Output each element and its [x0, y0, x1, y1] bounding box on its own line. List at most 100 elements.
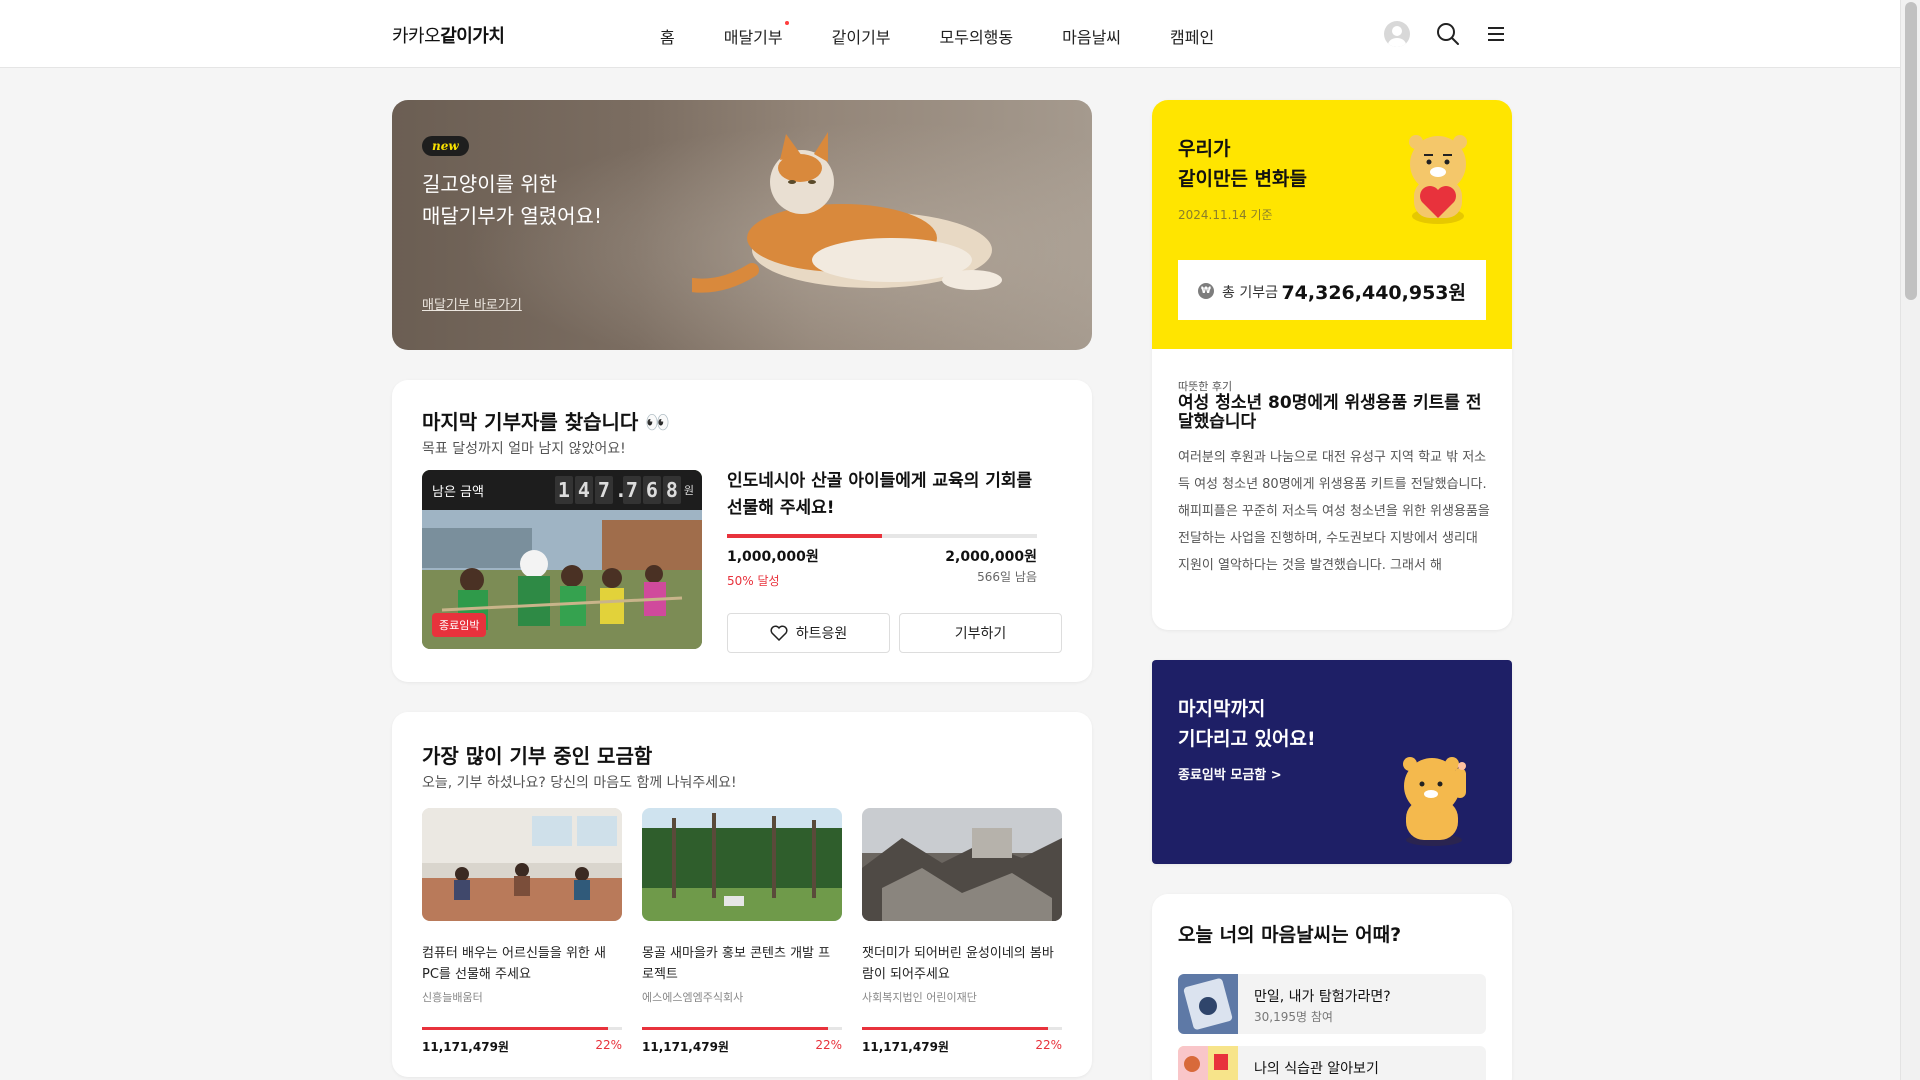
fundraiser-progress-fill — [862, 1027, 1048, 1030]
project-title[interactable]: 인도네시아 산골 아이들에게 교육의 기회를 선물해 주세요! — [727, 468, 1047, 522]
project-image[interactable]: 남은 금액 1 4 7 . 7 6 8 원 종료임박 — [422, 470, 702, 649]
mood-thumb — [1178, 1046, 1238, 1080]
new-dot — [784, 21, 789, 25]
last-donor-title: 마지막 기부자를 찾습니다 👀 — [422, 410, 671, 434]
nav-together-label: 같이기부 — [831, 28, 891, 47]
avatar[interactable] — [1384, 21, 1410, 47]
nav-monthly[interactable]: 매달기부 — [723, 21, 789, 48]
total-donation-label: 총 기부금 — [1222, 285, 1278, 301]
summary-card: 우리가 같이만든 변화들 2024.11.14 기준 ₩ 총 기부금 74,32… — [1152, 100, 1512, 630]
fundraiser-item[interactable]: 잿더미가 되어버린 윤성이네의 봄바람이 되어주세요 사회복지법인 어린이재단 … — [862, 808, 1062, 1055]
fundraiser-stats: 11,171,479원 22% — [862, 1038, 1062, 1055]
fundraiser-percent: 22% — [815, 1038, 842, 1052]
ending-soon-title: 마지막까지 기다리고 있어요! — [1178, 694, 1316, 754]
mood-item-name: 나의 식습관 알아보기 — [1254, 1061, 1379, 1077]
mood-item[interactable]: 만일, 내가 탐험가라면? 30,195명 참여 — [1178, 974, 1486, 1034]
review-title[interactable]: 여성 청소년 80명에게 위생용품 키트를 전달했습니다 — [1178, 394, 1488, 432]
fundraiser-progress-fill — [422, 1027, 608, 1030]
remaining-label: 남은 금액 — [432, 485, 484, 500]
nav-together[interactable]: 같이기부 — [832, 24, 891, 48]
fundraiser-image — [862, 808, 1062, 921]
ending-soon-link[interactable]: 종료임박 모금함 > — [1178, 764, 1282, 783]
nav-home-label: 홈 — [660, 28, 675, 47]
nav-action[interactable]: 모두의행동 — [940, 24, 1014, 48]
remaining-counter: 1 4 7 . 7 6 8 원 — [553, 476, 694, 504]
goal-amount: 2,000,000원 — [945, 549, 1037, 565]
fundraiser-title: 몽골 새마을카 홍보 콘텐츠 개발 프로젝트 — [642, 946, 831, 982]
project-progress — [727, 534, 1037, 538]
fundraiser-amount: 11,171,479원 — [642, 1040, 729, 1054]
nav-action-label: 모두의행동 — [939, 28, 1014, 47]
fundraiser-amount: 11,171,479원 — [422, 1040, 509, 1054]
menu-icon[interactable] — [1482, 20, 1510, 48]
summary-date: 2024.11.14 기준 — [1178, 208, 1273, 222]
ryan-character-icon — [1409, 135, 1467, 224]
counter-separator: . — [614, 478, 627, 502]
fundraiser-org: 사회복지법인 어린이재단 — [862, 991, 977, 1004]
days-left: 566일 남음 — [977, 570, 1037, 584]
summary-header: 우리가 같이만든 변화들 2024.11.14 기준 ₩ 총 기부금 74,32… — [1152, 100, 1512, 349]
fundraiser-image — [422, 808, 622, 921]
urgent-badge: 종료임박 — [432, 613, 487, 637]
fundraiser-progress — [642, 1027, 842, 1030]
mood-title: 오늘 너의 마음날씨는 어때? — [1178, 924, 1402, 946]
header-icons — [1384, 20, 1530, 48]
review-tag: 따뜻한 후기 — [1178, 380, 1233, 393]
top-header: 카카오같이가치 홈 매달기부 같이기부 모두의행동 마음날씨 캠페인 — [0, 0, 1900, 68]
mood-item[interactable]: 나의 식습관 알아보기 — [1178, 1046, 1486, 1080]
donate-label: 기부하기 — [954, 626, 1007, 642]
fundraiser-percent: 22% — [595, 1038, 622, 1052]
nav-campaign[interactable]: 캠페인 — [1170, 24, 1214, 48]
last-donor-subtitle: 목표 달성까지 얼마 남지 않았어요! — [422, 441, 626, 457]
summary-title: 우리가 같이만든 변화들 — [1178, 134, 1307, 194]
counter-digit: 1 — [554, 476, 573, 504]
last-donor-card: 마지막 기부자를 찾습니다 👀 목표 달성까지 얼마 남지 않았어요! 남은 금… — [392, 380, 1092, 682]
search-icon[interactable] — [1434, 20, 1462, 48]
counter-digit: 7 — [622, 476, 641, 504]
ending-soon-title-line2: 기다리고 있어요! — [1178, 728, 1316, 750]
review-body: 여러분의 후원과 나눔으로 대전 유성구 지역 학교 밖 저소득 여성 청소년 … — [1178, 450, 1490, 573]
ending-soon-title-line1: 마지막까지 — [1178, 698, 1266, 720]
most-donated-subtitle: 오늘, 기부 하셨나요? 당신의 마음도 함께 나눠주세요! — [422, 775, 737, 791]
donate-button[interactable]: 기부하기 — [899, 613, 1062, 653]
total-donation-box: ₩ 총 기부금 74,326,440,953원 — [1178, 260, 1486, 320]
project-progress-fill — [727, 534, 882, 538]
fundraiser-stats: 11,171,479원 22% — [642, 1038, 842, 1055]
mood-thumb — [1178, 974, 1238, 1034]
fundraiser-progress-fill — [642, 1027, 828, 1030]
logo-brand: 같이가치 — [440, 26, 505, 47]
nav-mood[interactable]: 마음날씨 — [1062, 24, 1121, 48]
counter-digit: 4 — [574, 476, 593, 504]
fundraiser-item[interactable]: 컴퓨터 배우는 어르신들을 위한 새 PC를 선물해 주세요 신흥늘배움터 11… — [422, 808, 622, 1055]
won-coin-icon: ₩ — [1198, 283, 1214, 299]
fundraiser-progress — [862, 1027, 1062, 1030]
most-donated-card: 가장 많이 기부 중인 모금함 오늘, 기부 하셨나요? 당신의 마음도 함께 … — [392, 712, 1092, 1077]
new-badge: new — [422, 136, 469, 156]
logo[interactable]: 카카오같이가치 — [392, 22, 505, 48]
fundraiser-org: 신흥늘배움터 — [422, 991, 483, 1004]
counter-unit: 원 — [683, 484, 694, 497]
cat-illustration — [692, 132, 1002, 293]
total-donation-value: 74,326,440,953원 — [1281, 282, 1466, 304]
heart-cheer-button[interactable]: 하트응원 — [727, 613, 890, 653]
counter-digit: 8 — [662, 476, 681, 504]
fundraiser-image — [642, 808, 842, 921]
hero-banner[interactable]: new 길고양이를 위한 매달기부가 열렸어요! 매달기부 바로가기 — [392, 100, 1092, 350]
scrollbar-thumb[interactable] — [1905, 2, 1917, 300]
hero-link[interactable]: 매달기부 바로가기 — [422, 294, 522, 313]
mood-item-name: 만일, 내가 탐험가라면? — [1254, 989, 1391, 1005]
fundraiser-amount: 11,171,479원 — [862, 1040, 949, 1054]
hero-title-line2: 매달기부가 열렸어요! — [422, 204, 602, 228]
choonsik-character-icon — [1403, 757, 1466, 846]
ending-soon-banner[interactable]: 마지막까지 기다리고 있어요! 종료임박 모금함 > — [1152, 660, 1512, 864]
page-scrollbar[interactable] — [1900, 0, 1920, 1080]
mood-weather-card: 오늘 너의 마음날씨는 어때? 만일, 내가 탐험가라면? 30,195명 참여… — [1152, 894, 1512, 1080]
nav-home[interactable]: 홈 — [660, 24, 675, 48]
fundraiser-title: 잿더미가 되어버린 윤성이네의 봄바람이 되어주세요 — [862, 946, 1054, 982]
fundraiser-item[interactable]: 몽골 새마을카 홍보 콘텐츠 개발 프로젝트 에스에스엠엠주식회사 11,171… — [642, 808, 842, 1055]
counter-digit: 7 — [594, 476, 613, 504]
nav-monthly-label: 매달기부 — [723, 28, 783, 47]
fundraiser-org: 에스에스엠엠주식회사 — [642, 991, 744, 1004]
fundraiser-stats: 11,171,479원 22% — [422, 1038, 622, 1055]
hero-title: 길고양이를 위한 매달기부가 열렸어요! — [422, 168, 602, 232]
